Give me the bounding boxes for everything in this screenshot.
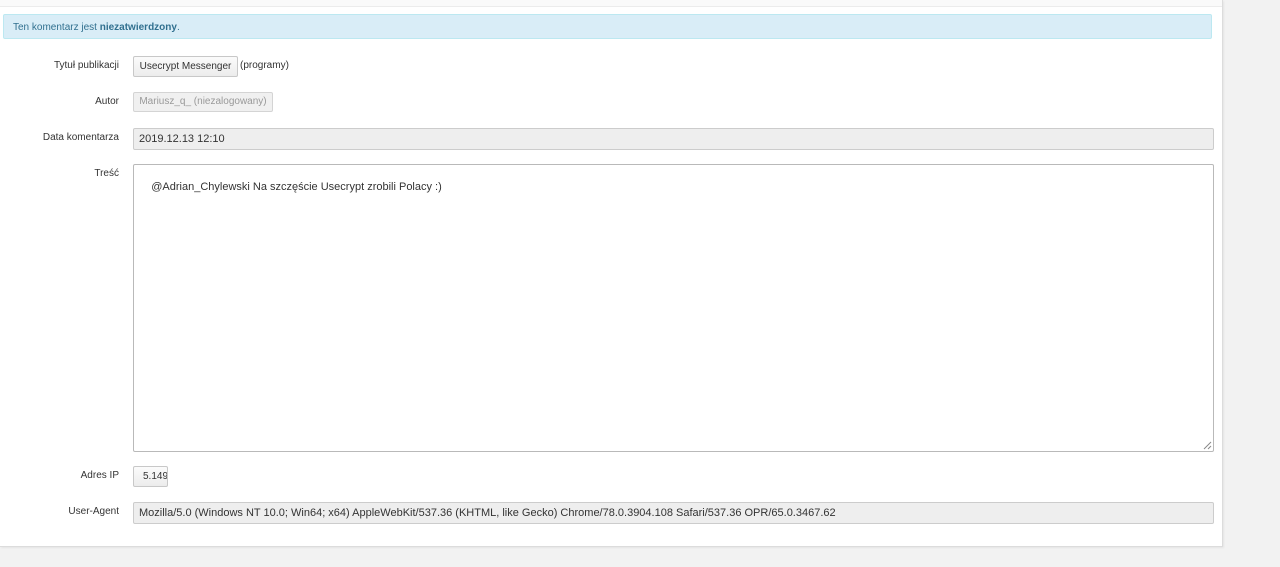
- content-label: Treść: [94, 168, 119, 179]
- user-agent-label: User-Agent: [68, 506, 119, 517]
- resize-grip-icon[interactable]: [1203, 441, 1212, 450]
- comment-panel: Ten komentarz jest niezatwierdzony. Tytu…: [0, 0, 1223, 547]
- publication-label: Tytuł publikacji: [53, 60, 119, 71]
- author-button: Mariusz_q_ (niezalogowany): [133, 92, 273, 112]
- status-alert: Ten komentarz jest niezatwierdzony.: [3, 14, 1212, 39]
- alert-suffix: .: [176, 22, 180, 33]
- publication-button[interactable]: Usecrypt Messenger: [133, 56, 238, 77]
- ip-label: Adres IP: [80, 470, 119, 481]
- alert-status: niezatwierdzony: [99, 22, 177, 33]
- content-textarea[interactable]: @Adrian_Chylewski Na szczęście Usecrypt …: [133, 164, 1214, 452]
- alert-text: Ten komentarz jest: [13, 22, 100, 33]
- publication-category: (programy): [240, 60, 289, 71]
- ip-button[interactable]: 5.149.: [133, 466, 168, 487]
- content-text: @Adrian_Chylewski Na szczęście Usecrypt …: [151, 181, 442, 193]
- date-label: Data komentarza: [42, 132, 119, 143]
- date-field: 2019.12.13 12:10: [133, 128, 1214, 150]
- author-label: Autor: [95, 96, 119, 107]
- user-agent-field: Mozilla/5.0 (Windows NT 10.0; Win64; x64…: [133, 502, 1214, 524]
- panel-top-strip: [0, 0, 1222, 7]
